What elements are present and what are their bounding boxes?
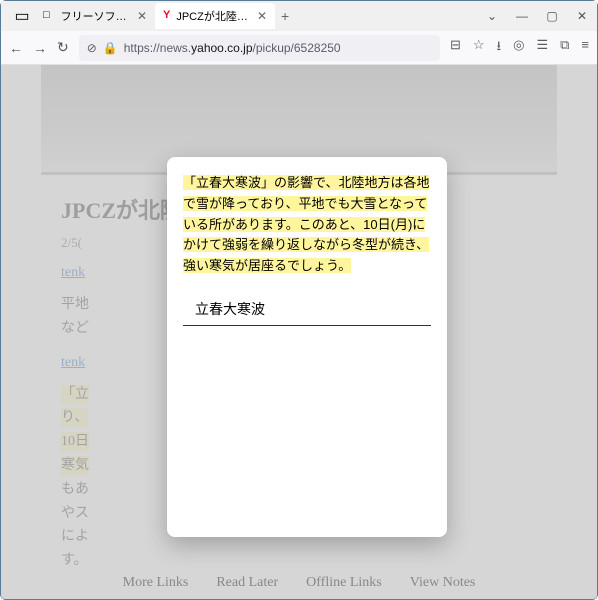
download-icon[interactable]: ⭳ — [497, 37, 502, 59]
workspace-icon[interactable]: ▭ — [9, 3, 35, 29]
more-links[interactable]: More Links — [123, 575, 189, 591]
extension-icon[interactable]: ◎ — [513, 37, 524, 59]
read-later[interactable]: Read Later — [216, 575, 278, 591]
popup-text: 「立春大寒波」の影響で、北陸地方は各地で雪が降っており、平地でも大雪となっている… — [183, 173, 431, 277]
forward-button[interactable]: → — [33, 40, 47, 56]
new-tab-button[interactable]: + — [281, 8, 289, 24]
close-icon[interactable]: ✕ — [257, 9, 267, 23]
puzzle-icon[interactable]: ⧉ — [560, 37, 569, 59]
reader-icon[interactable]: ⊟ — [450, 37, 461, 59]
toolbar: ← → ↻ ⊘ 🔒 https://news.yahoo.co.jp/picku… — [1, 31, 597, 65]
tab-favicon: Y — [163, 9, 170, 23]
footer-links: More Links Read Later Offline Links View… — [1, 575, 597, 591]
offline-links[interactable]: Offline Links — [306, 575, 382, 591]
tab-label: フリーソフト100 — [61, 8, 131, 24]
menu-icon[interactable]: ≡ — [581, 37, 589, 59]
bookmark-icon[interactable]: ☆ — [473, 37, 485, 59]
back-button[interactable]: ← — [9, 40, 23, 56]
chevron-down-icon[interactable]: ⌄ — [477, 2, 507, 30]
view-notes[interactable]: View Notes — [410, 575, 476, 591]
highlight-popup: 「立春大寒波」の影響で、北陸地方は各地で雪が降っており、平地でも大雪となっている… — [167, 157, 447, 537]
shield-icon[interactable]: ⊘ — [87, 41, 97, 55]
reload-button[interactable]: ↻ — [57, 39, 69, 56]
tab-yahoo-news[interactable]: Y JPCZが北陸直撃 平地も積雪急増 ✕ — [155, 3, 275, 29]
account-icon[interactable]: ☰ — [536, 37, 548, 59]
lock-icon: 🔒 — [103, 41, 118, 55]
popup-subheading: 立春大寒波 — [183, 293, 431, 326]
tab-favicon: □ — [43, 9, 55, 23]
tab-freesoft[interactable]: □ フリーソフト100 ✕ — [35, 3, 155, 29]
close-icon[interactable]: ✕ — [137, 9, 147, 23]
titlebar: ▭ □ フリーソフト100 ✕ Y JPCZが北陸直撃 平地も積雪急増 ✕ + … — [1, 1, 597, 31]
url-text: https://news.yahoo.co.jp/pickup/6528250 — [124, 41, 341, 55]
close-button[interactable]: ✕ — [567, 2, 597, 30]
maximize-button[interactable]: ▢ — [537, 2, 567, 30]
url-bar[interactable]: ⊘ 🔒 https://news.yahoo.co.jp/pickup/6528… — [79, 35, 440, 61]
tab-label: JPCZが北陸直撃 平地も積雪急増 — [176, 8, 251, 24]
minimize-button[interactable]: — — [507, 2, 537, 30]
